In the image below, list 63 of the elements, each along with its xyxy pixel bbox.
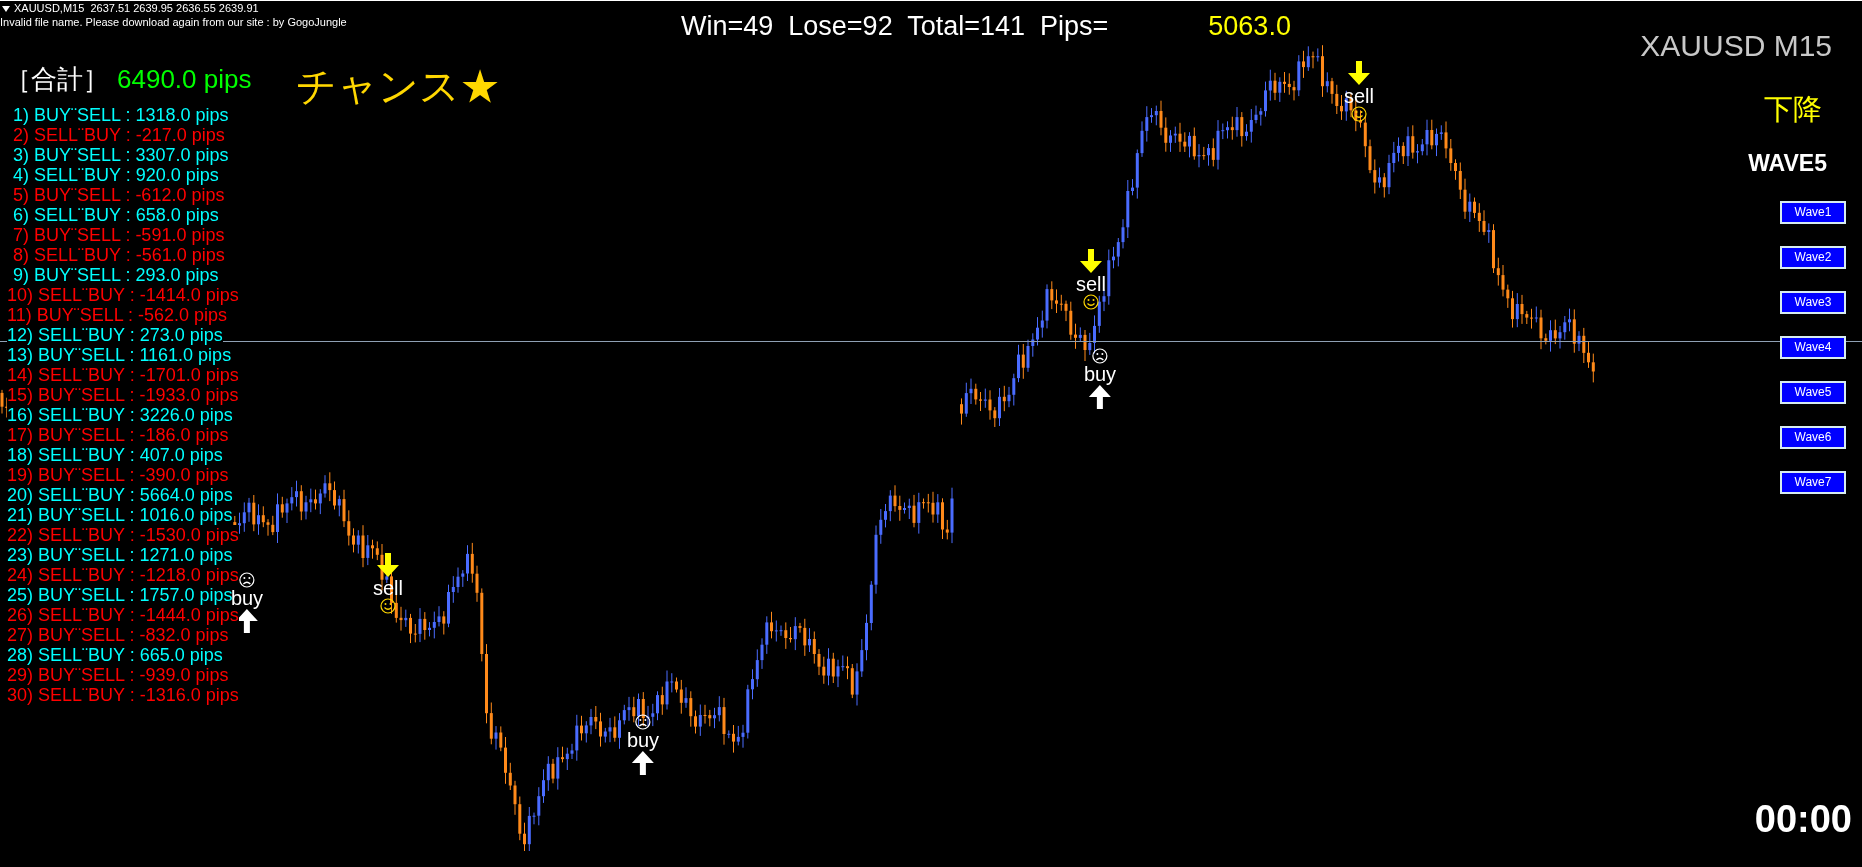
- error-message: Invalid file name. Please download again from our site : by GogoJungle: [0, 15, 347, 29]
- trade-result: 27) BUY¨SELL : -832.0 pips: [7, 625, 229, 645]
- signal-label: チャンス★: [296, 63, 500, 110]
- trade-result: 11) BUY¨SELL : -562.0 pips: [7, 305, 228, 325]
- trade-result: 14) SELL¨BUY : -1701.0 pips: [7, 365, 239, 385]
- trade-result: 16) SELL¨BUY : 3226.0 pips: [7, 405, 233, 425]
- sell-signal-label: sell: [1076, 274, 1106, 294]
- wave-button[interactable]: Wave5: [1780, 381, 1846, 404]
- trade-result: 24) SELL¨BUY : -1218.0 pips: [7, 565, 239, 585]
- trade-result: 21) BUY¨SELL : 1016.0 pips: [7, 505, 233, 525]
- trade-result: 4) SELL¨BUY : 920.0 pips: [13, 165, 219, 185]
- trade-result: 17) BUY¨SELL : -186.0 pips: [7, 425, 229, 445]
- down-arrow-icon: [1346, 60, 1372, 86]
- wave-button[interactable]: Wave4: [1780, 336, 1846, 359]
- trade-result: 8) SELL¨BUY : -561.0 pips: [13, 245, 225, 265]
- trade-result: 12) SELL¨BUY : 273.0 pips: [7, 325, 223, 345]
- trade-result: 6) SELL¨BUY : 658.0 pips: [13, 205, 219, 225]
- stats-summary: Win=49 Lose=92 Total=141 Pips=: [681, 10, 1109, 43]
- down-arrow-icon: [375, 552, 401, 578]
- trend-label: 下降: [1764, 92, 1822, 127]
- down-arrow-icon: [1078, 248, 1104, 274]
- smiley-icon: [1083, 294, 1099, 310]
- trade-result: 10) SELL¨BUY : -1414.0 pips: [7, 285, 239, 305]
- frown-icon: [1092, 348, 1108, 364]
- trade-result: 29) BUY¨SELL : -939.0 pips: [7, 665, 229, 685]
- trade-result: 1) BUY¨SELL : 1318.0 pips: [13, 105, 229, 125]
- chart-symbol-line: XAUUSD,M15 2637.51 2639.95 2636.55 2639.91: [14, 2, 259, 15]
- trade-result: 25) BUY¨SELL : 1757.0 pips: [7, 585, 233, 605]
- wave-button[interactable]: Wave2: [1780, 246, 1846, 269]
- trade-result: 7) BUY¨SELL : -591.0 pips: [13, 225, 225, 245]
- countdown-timer: 00:00: [1754, 797, 1852, 841]
- buy-signal-label: buy: [1083, 364, 1117, 384]
- trade-result: 23) BUY¨SELL : 1271.0 pips: [7, 545, 233, 565]
- trade-result: 2) SELL¨BUY : -217.0 pips: [13, 125, 225, 145]
- dropdown-triangle-icon[interactable]: [2, 5, 10, 12]
- total-label: ［合計］: [5, 63, 109, 96]
- trade-result: 26) SELL¨BUY : -1444.0 pips: [7, 605, 239, 625]
- trade-result: 9) BUY¨SELL : 293.0 pips: [13, 265, 219, 285]
- trade-result: 5) BUY¨SELL : -612.0 pips: [13, 185, 225, 205]
- trade-result: 19) BUY¨SELL : -390.0 pips: [7, 465, 229, 485]
- frown-icon: [635, 714, 651, 730]
- smiley-icon: [380, 598, 396, 614]
- trade-result: 15) BUY¨SELL : -1933.0 pips: [7, 385, 239, 405]
- trade-result: 28) SELL¨BUY : 665.0 pips: [7, 645, 223, 665]
- trade-result: 20) SELL¨BUY : 5664.0 pips: [7, 485, 233, 505]
- buy-signal-label: buy: [626, 730, 660, 750]
- wave-label: WAVE5: [1748, 149, 1827, 177]
- trade-result: 30) SELL¨BUY : -1316.0 pips: [7, 685, 239, 705]
- wave-button[interactable]: Wave1: [1780, 201, 1846, 224]
- trade-result: 3) BUY¨SELL : 3307.0 pips: [13, 145, 229, 165]
- smiley-icon: [1351, 106, 1367, 122]
- wave-button[interactable]: Wave6: [1780, 426, 1846, 449]
- symbol-title: XAUUSD M15: [1640, 28, 1832, 64]
- frown-icon: [239, 572, 255, 588]
- up-arrow-icon: [1087, 384, 1113, 410]
- total-value: 6490.0 pips: [117, 63, 252, 96]
- wave-button[interactable]: Wave3: [1780, 291, 1846, 314]
- trade-result: 22) SELL¨BUY : -1530.0 pips: [7, 525, 239, 545]
- trade-result: 18) SELL¨BUY : 407.0 pips: [7, 445, 223, 465]
- wave-button[interactable]: Wave7: [1780, 471, 1846, 494]
- trade-result: 13) BUY¨SELL : 1161.0 pips: [7, 345, 232, 365]
- stats-pips: 5063.0: [1208, 10, 1291, 43]
- up-arrow-icon: [630, 750, 656, 776]
